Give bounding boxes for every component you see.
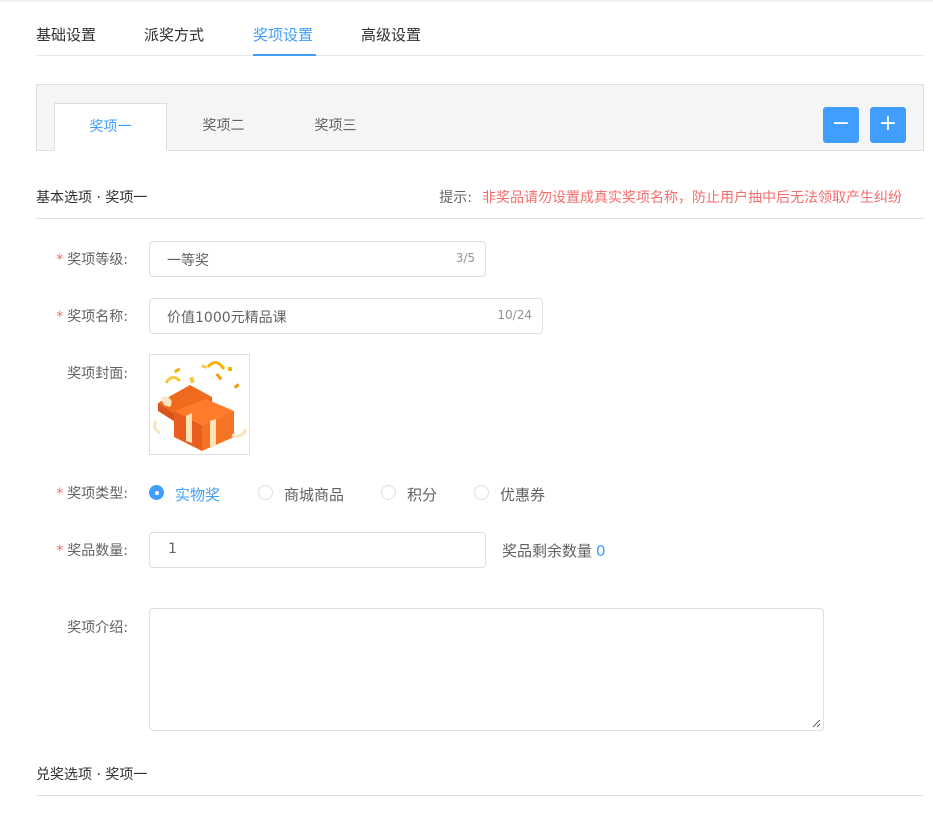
intro-textarea[interactable] <box>149 608 824 731</box>
radio-label: 优惠券 <box>500 486 546 504</box>
required-mark: * <box>56 252 64 268</box>
quantity-label-text: 奖品数量: <box>67 543 128 559</box>
active-tab-indicator <box>253 54 316 56</box>
level-input[interactable]: 一等奖 3/5 <box>149 241 486 277</box>
level-char-count: 3/5 <box>455 251 475 265</box>
quantity-input[interactable]: 1 <box>149 532 486 568</box>
remove-award-button[interactable]: − <box>823 107 859 143</box>
remaining-value: 0 <box>596 542 606 560</box>
required-mark: * <box>56 486 64 502</box>
top-shadow <box>0 0 933 3</box>
name-value: 价值1000元精品课 <box>167 310 287 326</box>
basic-section-header: 基本选项 · 奖项一 提示: 非奖品请勿设置成真实奖项名称，防止用户抽中后无法领取… <box>36 183 924 219</box>
plus-icon: + <box>878 111 898 136</box>
intro-label: 奖项介绍: <box>67 620 128 636</box>
hint-text: 非奖品请勿设置成真实奖项名称，防止用户抽中后无法领取产生纠纷 <box>482 190 902 206</box>
tab-award-settings[interactable]: 奖项设置 <box>253 24 313 45</box>
tab-dispatch-method[interactable]: 派奖方式 <box>144 24 204 45</box>
award-tab-2[interactable]: 奖项二 <box>167 103 280 151</box>
name-label: * 奖项名称: <box>36 306 128 326</box>
quantity-value: 1 <box>168 541 177 557</box>
level-label: * 奖项等级: <box>36 249 128 269</box>
name-char-count: 10/24 <box>497 308 532 322</box>
radio-checked-icon <box>149 485 164 500</box>
remaining-quantity: 奖品剩余数量 0 <box>502 540 606 561</box>
radio-unchecked-icon <box>381 485 396 500</box>
name-input[interactable]: 价值1000元精品课 10/24 <box>149 298 543 334</box>
award-tab-1[interactable]: 奖项一 <box>54 103 167 151</box>
radio-label: 积分 <box>407 486 438 504</box>
add-award-button[interactable]: + <box>870 107 906 143</box>
tab-advanced-settings[interactable]: 高级设置 <box>361 24 421 45</box>
radio-label: 实物奖 <box>175 486 221 504</box>
resize-handle-icon[interactable] <box>811 718 821 728</box>
cover-upload[interactable] <box>149 354 250 455</box>
main-tab-bar: 基础设置 派奖方式 奖项设置 高级设置 <box>36 14 924 56</box>
hint: 提示: 非奖品请勿设置成真实奖项名称，防止用户抽中后无法领取产生纠纷 <box>439 187 902 207</box>
tab-basic-settings[interactable]: 基础设置 <box>36 24 96 45</box>
radio-unchecked-icon <box>474 485 489 500</box>
section-title: 兑奖选项 · 奖项一 <box>36 767 148 783</box>
level-label-text: 奖项等级: <box>67 252 128 268</box>
gift-box-icon <box>153 361 248 451</box>
award-tab-bar: 奖项一 奖项二 奖项三 − + <box>36 84 924 151</box>
required-mark: * <box>56 309 64 325</box>
name-label-text: 奖项名称: <box>67 309 128 325</box>
type-label: * 奖项类型: <box>36 483 128 503</box>
redeem-section-header: 兑奖选项 · 奖项一 <box>36 760 924 796</box>
section-title: 基本选项 · 奖项一 <box>36 190 148 206</box>
required-mark: * <box>56 543 64 559</box>
radio-unchecked-icon <box>258 485 273 500</box>
award-tab-3[interactable]: 奖项三 <box>279 103 392 151</box>
remaining-label: 奖品剩余数量 <box>502 542 593 560</box>
minus-icon: − <box>831 111 851 136</box>
radio-label: 商城商品 <box>284 486 345 504</box>
quantity-label: * 奖品数量: <box>36 540 128 560</box>
type-label-text: 奖项类型: <box>67 486 128 502</box>
cover-label: 奖项封面: <box>67 366 128 382</box>
hint-label: 提示: <box>439 190 472 206</box>
level-value: 一等奖 <box>167 253 209 269</box>
